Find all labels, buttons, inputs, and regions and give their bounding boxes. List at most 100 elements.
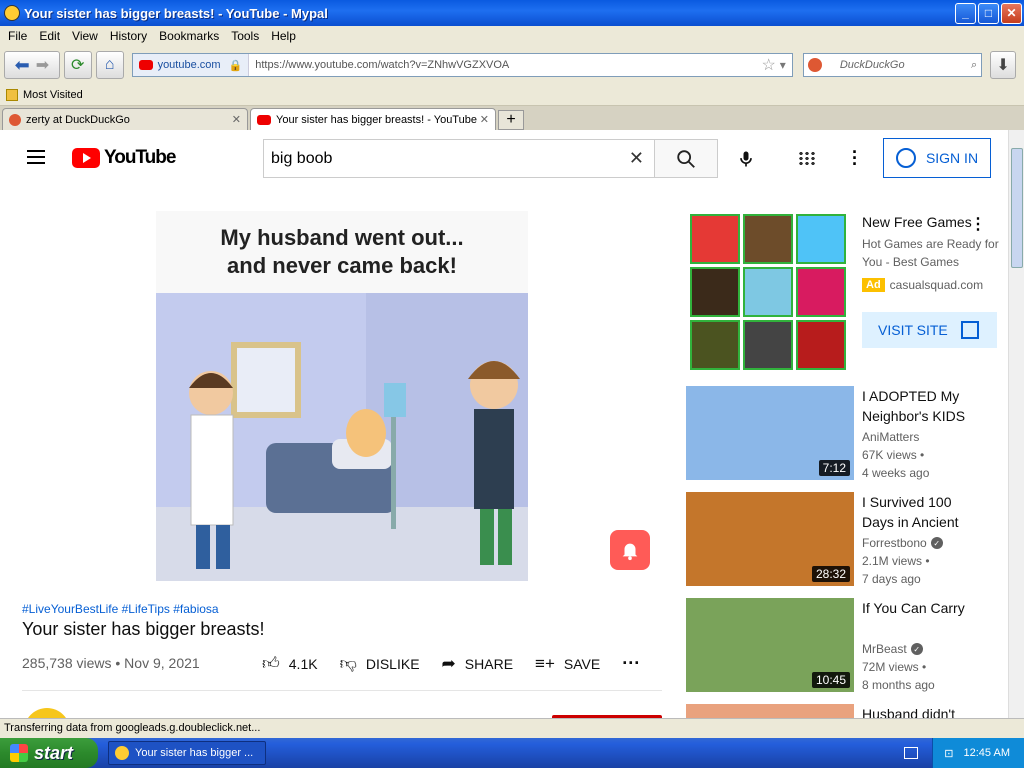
ad-game-tile bbox=[796, 320, 846, 370]
video-frame[interactable]: My husband went out... and never came ba… bbox=[156, 211, 528, 581]
dislike-label: DISLIKE bbox=[365, 655, 420, 672]
menu-bar: File Edit View History Bookmarks Tools H… bbox=[0, 26, 1024, 46]
video-thumbnail[interactable]: 28:32 bbox=[686, 492, 854, 586]
clock[interactable]: 12:45 AM bbox=[964, 747, 1010, 759]
sign-in-button[interactable]: SIGN IN bbox=[883, 138, 991, 178]
url-text[interactable]: https://www.youtube.com/watch?v=ZNhwVGZX… bbox=[249, 59, 761, 71]
recommended-video[interactable]: 7:12 I ADOPTED My Neighbor's KIDS AniMat… bbox=[686, 386, 1008, 480]
minimize-button[interactable]: _ bbox=[955, 2, 976, 24]
rec-title[interactable]: Husband didn't bbox=[862, 704, 970, 718]
downloads-icon[interactable]: ⬇ bbox=[990, 51, 1017, 79]
maximize-button[interactable]: □ bbox=[978, 2, 999, 24]
web-search-box[interactable]: DuckDuckGo ⌕ bbox=[802, 53, 983, 77]
recommended-video[interactable]: 10:45 If You Can Carry MrBeast ✓ 72M view… bbox=[686, 598, 1008, 692]
back-forward-group[interactable]: ⬅ ➡ bbox=[4, 51, 60, 79]
hamburger-menu-icon[interactable] bbox=[27, 150, 45, 164]
visit-site-label: VISIT SITE bbox=[878, 322, 948, 338]
start-button[interactable]: start bbox=[0, 738, 98, 768]
youtube-search-input[interactable]: big boob ✕ bbox=[263, 139, 655, 178]
youtube-logo[interactable]: YouTube bbox=[72, 147, 176, 169]
menu-help[interactable]: Help bbox=[271, 29, 296, 43]
bookmark-most-visited[interactable]: Most Visited bbox=[23, 89, 83, 101]
network-icon[interactable]: ⊡ bbox=[944, 747, 953, 760]
youtube-play-logo-icon bbox=[72, 148, 100, 168]
address-bar[interactable]: youtube.com 🔒 https://www.youtube.com/wa… bbox=[131, 53, 793, 77]
site-domain: youtube.com bbox=[157, 59, 221, 71]
video-hashtags[interactable]: #LiveYourBestLife #LifeTips #fabiosa bbox=[22, 602, 219, 616]
video-thumbnail[interactable] bbox=[686, 704, 854, 718]
scrollbar-thumb[interactable] bbox=[1011, 148, 1023, 268]
sidebar-ad[interactable]: New Free Games ⋮ Hot Games are Ready for… bbox=[690, 214, 1008, 374]
tab-label: Your sister has bigger breasts! - YouTub… bbox=[276, 113, 477, 126]
search-icon[interactable]: ⌕ bbox=[971, 59, 977, 72]
taskbar-window-item[interactable]: Your sister has bigger ... bbox=[108, 741, 266, 765]
close-tab-icon[interactable]: ✕ bbox=[232, 113, 241, 126]
ad-game-grid[interactable] bbox=[690, 214, 850, 374]
forward-arrow-icon[interactable]: ➡ bbox=[36, 55, 49, 75]
rec-channel[interactable]: AniMatters bbox=[862, 430, 919, 444]
menu-edit[interactable]: Edit bbox=[39, 29, 60, 43]
home-icon[interactable]: ⌂ bbox=[95, 51, 124, 79]
search-engine-placeholder: DuckDuckGo bbox=[839, 59, 905, 71]
video-title: Your sister has bigger breasts! bbox=[22, 619, 265, 639]
playlist-add-icon: ≡+ bbox=[535, 653, 555, 673]
close-window-button[interactable]: ✕ bbox=[1001, 2, 1022, 24]
share-button[interactable]: ➦ SHARE bbox=[442, 654, 513, 674]
rec-title[interactable]: If You Can Carry bbox=[862, 598, 970, 618]
close-tab-icon[interactable]: ✕ bbox=[480, 113, 489, 126]
more-actions-icon[interactable]: ··· bbox=[622, 653, 640, 674]
new-tab-button[interactable]: + bbox=[498, 110, 524, 130]
video-duration: 7:12 bbox=[818, 460, 850, 476]
video-thumbnail[interactable]: 10:45 bbox=[686, 598, 854, 692]
ad-options-icon[interactable]: ⋮ bbox=[970, 214, 986, 234]
settings-kebab-icon[interactable]: · · · bbox=[852, 143, 858, 173]
save-label: SAVE bbox=[563, 655, 601, 672]
cartoon-hospital-scene bbox=[156, 293, 528, 581]
save-button[interactable]: ≡+ SAVE bbox=[535, 654, 600, 674]
reload-icon[interactable]: ⟳ bbox=[63, 51, 92, 79]
subscribe-bell-button[interactable] bbox=[610, 530, 650, 570]
cartoon-illustration bbox=[156, 293, 528, 581]
rec-title[interactable]: I Survived 100 Days in Ancient bbox=[862, 492, 970, 532]
menu-view[interactable]: View bbox=[72, 29, 98, 43]
windows-flag-icon bbox=[10, 744, 28, 762]
status-bar: Transferring data from googleads.g.doubl… bbox=[0, 718, 1024, 738]
video-views-date: 285,738 views • Nov 9, 2021 bbox=[22, 655, 200, 671]
menu-bookmarks[interactable]: Bookmarks bbox=[159, 29, 219, 43]
bookmark-star-icon[interactable]: ☆ bbox=[761, 55, 775, 75]
visit-site-button[interactable]: VISIT SITE bbox=[862, 312, 997, 348]
start-label: start bbox=[34, 742, 74, 763]
menu-file[interactable]: File bbox=[8, 29, 27, 43]
rec-channel[interactable]: MrBeast ✓ bbox=[862, 642, 923, 656]
video-caption-line1: My husband went out... bbox=[220, 225, 464, 250]
tab-youtube[interactable]: Your sister has bigger breasts! - YouTub… bbox=[250, 108, 496, 130]
microphone-icon[interactable] bbox=[736, 149, 756, 169]
sign-in-label: SIGN IN bbox=[925, 150, 979, 166]
taskbar-item-label: Your sister has bigger ... bbox=[135, 747, 254, 759]
url-dropdown-icon[interactable]: ▾ bbox=[780, 58, 786, 72]
mypal-app-icon bbox=[115, 746, 129, 760]
page-scrollbar[interactable] bbox=[1008, 130, 1024, 718]
site-identity[interactable]: youtube.com 🔒 bbox=[132, 54, 250, 76]
ad-game-tile bbox=[796, 214, 846, 264]
keyboard-layout-icon[interactable] bbox=[904, 747, 918, 759]
channel-avatar[interactable] bbox=[24, 708, 70, 718]
dislike-button[interactable]: 👎︎ DISLIKE bbox=[340, 653, 420, 674]
menu-history[interactable]: History bbox=[110, 29, 147, 43]
menu-tools[interactable]: Tools bbox=[231, 29, 259, 43]
ad-title[interactable]: New Free Games bbox=[862, 214, 972, 230]
recommended-video[interactable]: 28:32 I Survived 100 Days in Ancient For… bbox=[686, 492, 1008, 586]
rec-channel[interactable]: Forrestbono ✓ bbox=[862, 536, 943, 550]
back-arrow-icon[interactable]: ⬅ bbox=[15, 55, 30, 76]
youtube-search-button[interactable] bbox=[654, 139, 718, 178]
recommended-video[interactable]: Husband didn't bbox=[686, 704, 1008, 718]
like-button[interactable]: 👍︎ 4.1K bbox=[262, 653, 318, 674]
duckduckgo-icon[interactable] bbox=[807, 58, 822, 72]
apps-grid-icon[interactable] bbox=[798, 151, 816, 167]
clear-search-icon[interactable]: ✕ bbox=[629, 148, 644, 169]
tab-duckduckgo[interactable]: zerty at DuckDuckGo ✕ bbox=[2, 108, 248, 130]
video-player[interactable]: My husband went out... and never came ba… bbox=[22, 187, 662, 582]
video-thumbnail[interactable]: 7:12 bbox=[686, 386, 854, 480]
tab-label: zerty at DuckDuckGo bbox=[26, 113, 130, 126]
rec-title[interactable]: I ADOPTED My Neighbor's KIDS bbox=[862, 386, 970, 426]
